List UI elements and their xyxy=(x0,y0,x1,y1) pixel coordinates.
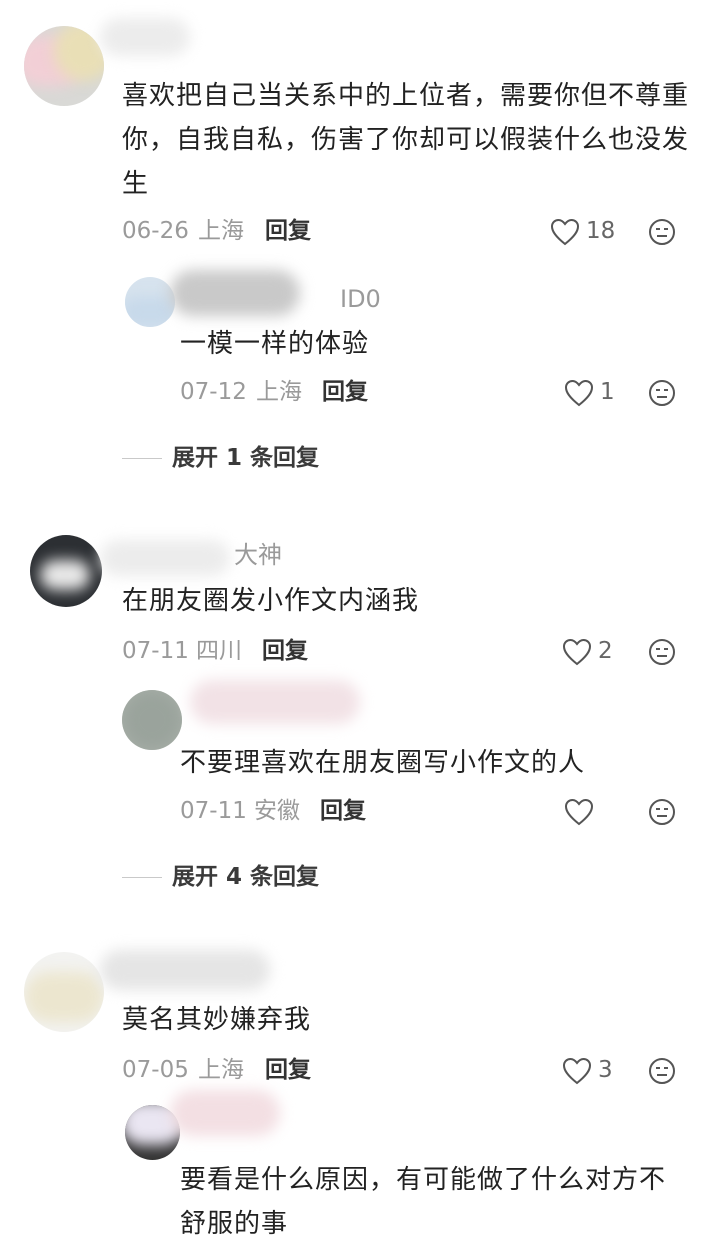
reply-button[interactable]: 回复 xyxy=(322,377,368,407)
reply-text: 不要理喜欢在朋友圈写小作文的人 xyxy=(180,748,586,778)
username-redacted xyxy=(100,540,230,576)
neutral-face-icon[interactable] xyxy=(648,638,676,666)
reply-location: 安徽 xyxy=(254,798,300,824)
comment-username[interactable]: 大神 xyxy=(234,540,282,570)
comment-date: 07-11 xyxy=(122,638,189,664)
heart-outline-icon[interactable] xyxy=(564,379,594,407)
avatar[interactable] xyxy=(125,277,175,327)
username-redacted xyxy=(100,18,190,56)
like-count: 2 xyxy=(598,638,613,664)
expand-divider xyxy=(122,877,162,878)
reply-button[interactable]: 回复 xyxy=(265,1055,311,1085)
heart-outline-icon[interactable] xyxy=(564,798,594,826)
reply-button[interactable]: 回复 xyxy=(262,636,308,666)
username-redacted xyxy=(100,950,270,990)
heart-outline-icon[interactable] xyxy=(562,638,592,666)
reply-date: 07-11 xyxy=(180,798,247,824)
like-count: 1 xyxy=(600,379,615,405)
heart-outline-icon[interactable] xyxy=(550,218,580,246)
reply-location: 上海 xyxy=(256,379,302,405)
neutral-face-icon[interactable] xyxy=(648,379,676,407)
reply-button[interactable]: 回复 xyxy=(265,216,311,246)
reply-text: 要看是什么原因，有可能做了什么对方不舒服的事 xyxy=(180,1165,667,1239)
neutral-face-icon[interactable] xyxy=(648,218,676,246)
reply-button[interactable]: 回复 xyxy=(320,796,366,826)
comment-text: 喜欢把自己当关系中的上位者，需要你但不尊重你，自我自私，伤害了你却可以假装什么也… xyxy=(122,81,690,199)
comment-text: 在朋友圈发小作文内涵我 xyxy=(122,586,420,616)
comment-location: 四川 xyxy=(196,638,242,664)
reply-text: 一模一样的体验 xyxy=(180,329,370,359)
comment-date: 06-26 xyxy=(122,218,189,244)
expand-replies-button[interactable]: 展开 1 条回复 xyxy=(172,443,319,473)
username-redacted xyxy=(170,1090,280,1136)
avatar[interactable] xyxy=(24,26,104,106)
neutral-face-icon[interactable] xyxy=(648,798,676,826)
reply-date: 07-12 xyxy=(180,379,247,405)
expand-divider xyxy=(122,458,162,459)
expand-replies-button[interactable]: 展开 4 条回复 xyxy=(172,862,319,892)
comment-location: 上海 xyxy=(198,218,244,244)
avatar[interactable] xyxy=(30,535,102,607)
avatar[interactable] xyxy=(24,952,104,1032)
username-redacted xyxy=(170,270,300,316)
avatar[interactable] xyxy=(122,690,182,750)
username-redacted xyxy=(190,680,360,724)
neutral-face-icon[interactable] xyxy=(648,1057,676,1085)
like-count: 18 xyxy=(586,218,616,244)
heart-outline-icon[interactable] xyxy=(562,1057,592,1085)
comment-location: 上海 xyxy=(198,1057,244,1083)
like-count: 3 xyxy=(598,1057,613,1083)
comment-date: 07-05 xyxy=(122,1057,189,1083)
comment-text: 莫名其妙嫌弃我 xyxy=(122,1005,312,1035)
reply-username[interactable]: ID0 xyxy=(340,284,381,314)
